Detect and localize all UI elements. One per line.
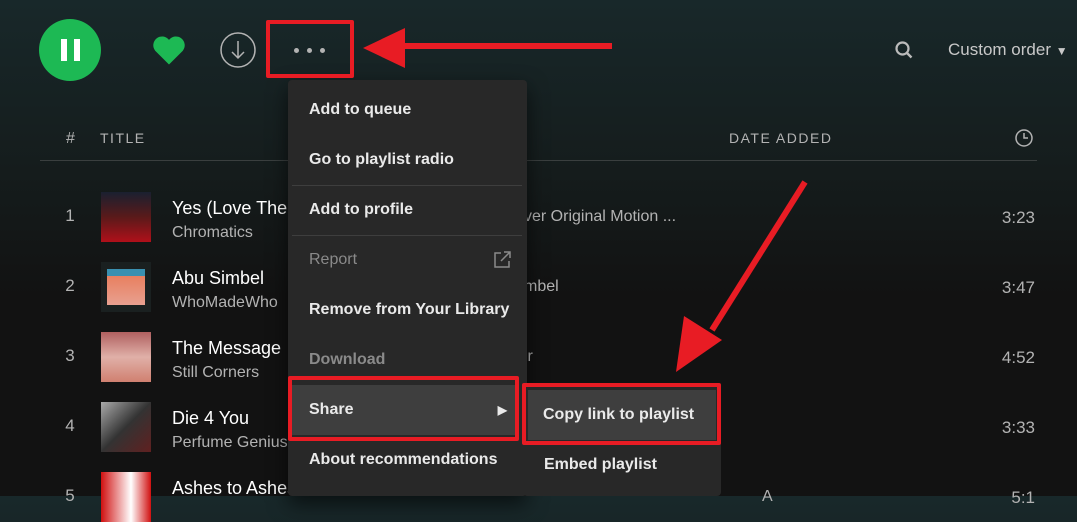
arrow-left-icon [363,28,405,68]
annotation-arrows [363,28,808,372]
